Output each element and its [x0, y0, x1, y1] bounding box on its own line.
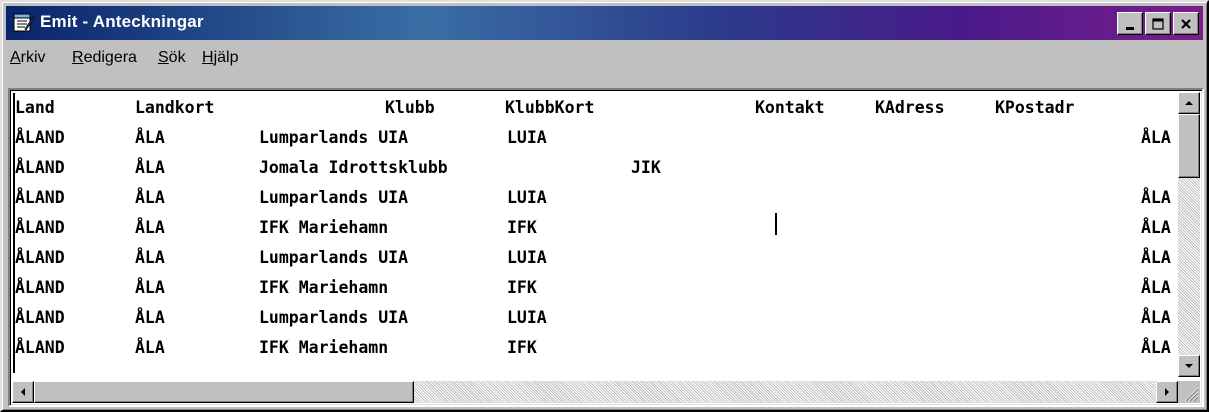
menu-hjalp[interactable]: Hjälp	[202, 49, 238, 67]
scroll-up-button[interactable]	[1178, 92, 1200, 114]
menu-arkiv-mnemonic: A	[10, 49, 21, 66]
cell-klubbkort: IFK	[507, 218, 537, 237]
scroll-left-button[interactable]	[12, 381, 34, 403]
arrow-up-icon	[1185, 101, 1193, 105]
menu-arkiv-label: rkiv	[20, 49, 46, 66]
header-kontakt: Kontakt	[755, 98, 825, 117]
cell-landkort: ÅLA	[135, 248, 165, 267]
cell-landkort: ÅLA	[135, 128, 165, 147]
maximize-icon	[1152, 17, 1164, 30]
menu-sok[interactable]: Sök	[158, 49, 186, 67]
header-kpostadr: KPostadr	[995, 98, 1075, 117]
title-bar[interactable]: Emit - Anteckningar	[6, 6, 1203, 40]
cell-landkort: ÅLA	[135, 308, 165, 327]
cell-klubb: Lumparlands UIA	[259, 248, 409, 267]
cell-klubbkort: LUIA	[507, 188, 547, 207]
text-line: ÅLAND ÅLA IFK Mariehamn IFK ÅLA	[13, 213, 1177, 243]
cell-overflow: ÅLA	[1141, 278, 1171, 297]
text-editor[interactable]: Land Landkort Klubb KlubbKort Kontakt KA…	[13, 93, 1177, 373]
cell-overflow: ÅLA	[1141, 218, 1171, 237]
maximize-button[interactable]	[1145, 12, 1171, 35]
notepad-window: Emit - Anteckningar Arkiv Redigera Sök H…	[0, 0, 1209, 412]
cell-klubb: Lumparlands UIA	[259, 128, 409, 147]
cell-landkort: ÅLA	[135, 188, 165, 207]
header-land: Land	[15, 98, 55, 117]
cell-land: ÅLAND	[15, 338, 65, 357]
arrow-right-icon	[1165, 388, 1169, 396]
cell-land: ÅLAND	[15, 308, 65, 327]
cell-klubbkort: LUIA	[507, 248, 547, 267]
text-line: ÅLAND ÅLA Lumparlands UIA LUIA ÅLA	[13, 183, 1177, 213]
text-line: ÅLAND ÅLA IFK Mariehamn IFK ÅLA	[13, 333, 1177, 363]
minimize-button[interactable]	[1117, 12, 1143, 35]
cell-klubbkort: IFK	[507, 338, 537, 357]
menu-arkiv[interactable]: Arkiv	[10, 49, 46, 67]
vertical-scroll-thumb[interactable]	[1178, 114, 1200, 178]
text-line: ÅLAND ÅLA Lumparlands UIA LUIA ÅLA	[13, 303, 1177, 333]
menu-bar: Arkiv Redigera Sök Hjälp	[6, 42, 1203, 74]
menu-redigera-mnemonic: R	[72, 49, 84, 66]
cell-klubbkort: JIK	[631, 158, 661, 177]
cell-klubb: Lumparlands UIA	[259, 308, 409, 327]
close-button[interactable]	[1173, 12, 1199, 35]
cell-landkort: ÅLA	[135, 158, 165, 177]
cell-landkort: ÅLA	[135, 278, 165, 297]
scrollbar-corner	[1178, 381, 1200, 403]
cell-landkort: ÅLA	[135, 338, 165, 357]
text-line: ÅLAND ÅLA Jomala Idrottsklubb JIK	[13, 153, 1177, 183]
horizontal-scroll-thumb[interactable]	[34, 381, 414, 403]
cell-klubb: IFK Mariehamn	[259, 278, 389, 297]
cell-klubbkort: IFK	[507, 278, 537, 297]
horizontal-scrollbar[interactable]	[12, 381, 1178, 403]
cell-klubb: Jomala Idrottsklubb	[259, 158, 448, 177]
cell-landkort: ÅLA	[135, 218, 165, 237]
cell-land: ÅLAND	[15, 218, 65, 237]
text-cursor	[775, 213, 777, 235]
cell-overflow: ÅLA	[1141, 248, 1171, 267]
menu-sok-mnemonic: S	[158, 49, 169, 66]
menu-hjalp-label: jälp	[213, 49, 239, 66]
notepad-icon	[13, 13, 35, 32]
menu-redigera-label: edigera	[83, 49, 137, 66]
header-klubbkort: KlubbKort	[505, 98, 595, 117]
menu-redigera[interactable]: Redigera	[72, 49, 137, 67]
scroll-down-button[interactable]	[1178, 355, 1200, 377]
text-line: ÅLAND ÅLA Lumparlands UIA LUIA ÅLA	[13, 243, 1177, 273]
cell-klubbkort: LUIA	[507, 128, 547, 147]
window-title: Emit - Anteckningar	[40, 12, 204, 31]
cell-klubb: IFK Mariehamn	[259, 218, 389, 237]
cell-land: ÅLAND	[15, 278, 65, 297]
cell-klubb: Lumparlands UIA	[259, 188, 409, 207]
arrow-left-icon	[21, 388, 25, 396]
arrow-down-icon	[1185, 364, 1193, 368]
cell-overflow: ÅLA	[1141, 308, 1171, 327]
cell-klubb: IFK Mariehamn	[259, 338, 389, 357]
menu-sok-label: ök	[168, 49, 186, 66]
cell-land: ÅLAND	[15, 158, 65, 177]
cell-land: ÅLAND	[15, 128, 65, 147]
cell-overflow: ÅLA	[1141, 188, 1171, 207]
cell-klubbkort: LUIA	[507, 308, 547, 327]
menu-hjalp-mnemonic: H	[202, 49, 214, 66]
cell-overflow: ÅLA	[1141, 128, 1171, 147]
header-landkort: Landkort	[135, 98, 215, 117]
header-line: Land Landkort Klubb KlubbKort Kontakt KA…	[13, 93, 1177, 123]
header-klubb: Klubb	[385, 98, 435, 117]
text-line: ÅLAND ÅLA IFK Mariehamn IFK ÅLA	[13, 273, 1177, 303]
header-kadress: KAdress	[875, 98, 945, 117]
close-icon	[1181, 18, 1191, 29]
vertical-scrollbar[interactable]	[1178, 92, 1200, 377]
text-line: ÅLAND ÅLA Lumparlands UIA LUIA ÅLA	[13, 123, 1177, 153]
editor-client-area: Land Landkort Klubb KlubbKort Kontakt KA…	[8, 88, 1204, 407]
cell-land: ÅLAND	[15, 248, 65, 267]
cell-land: ÅLAND	[15, 188, 65, 207]
minimize-icon	[1126, 26, 1134, 30]
resize-grip-icon[interactable]	[1181, 384, 1199, 402]
cell-overflow: ÅLA	[1141, 338, 1171, 357]
scroll-right-button[interactable]	[1156, 381, 1178, 403]
